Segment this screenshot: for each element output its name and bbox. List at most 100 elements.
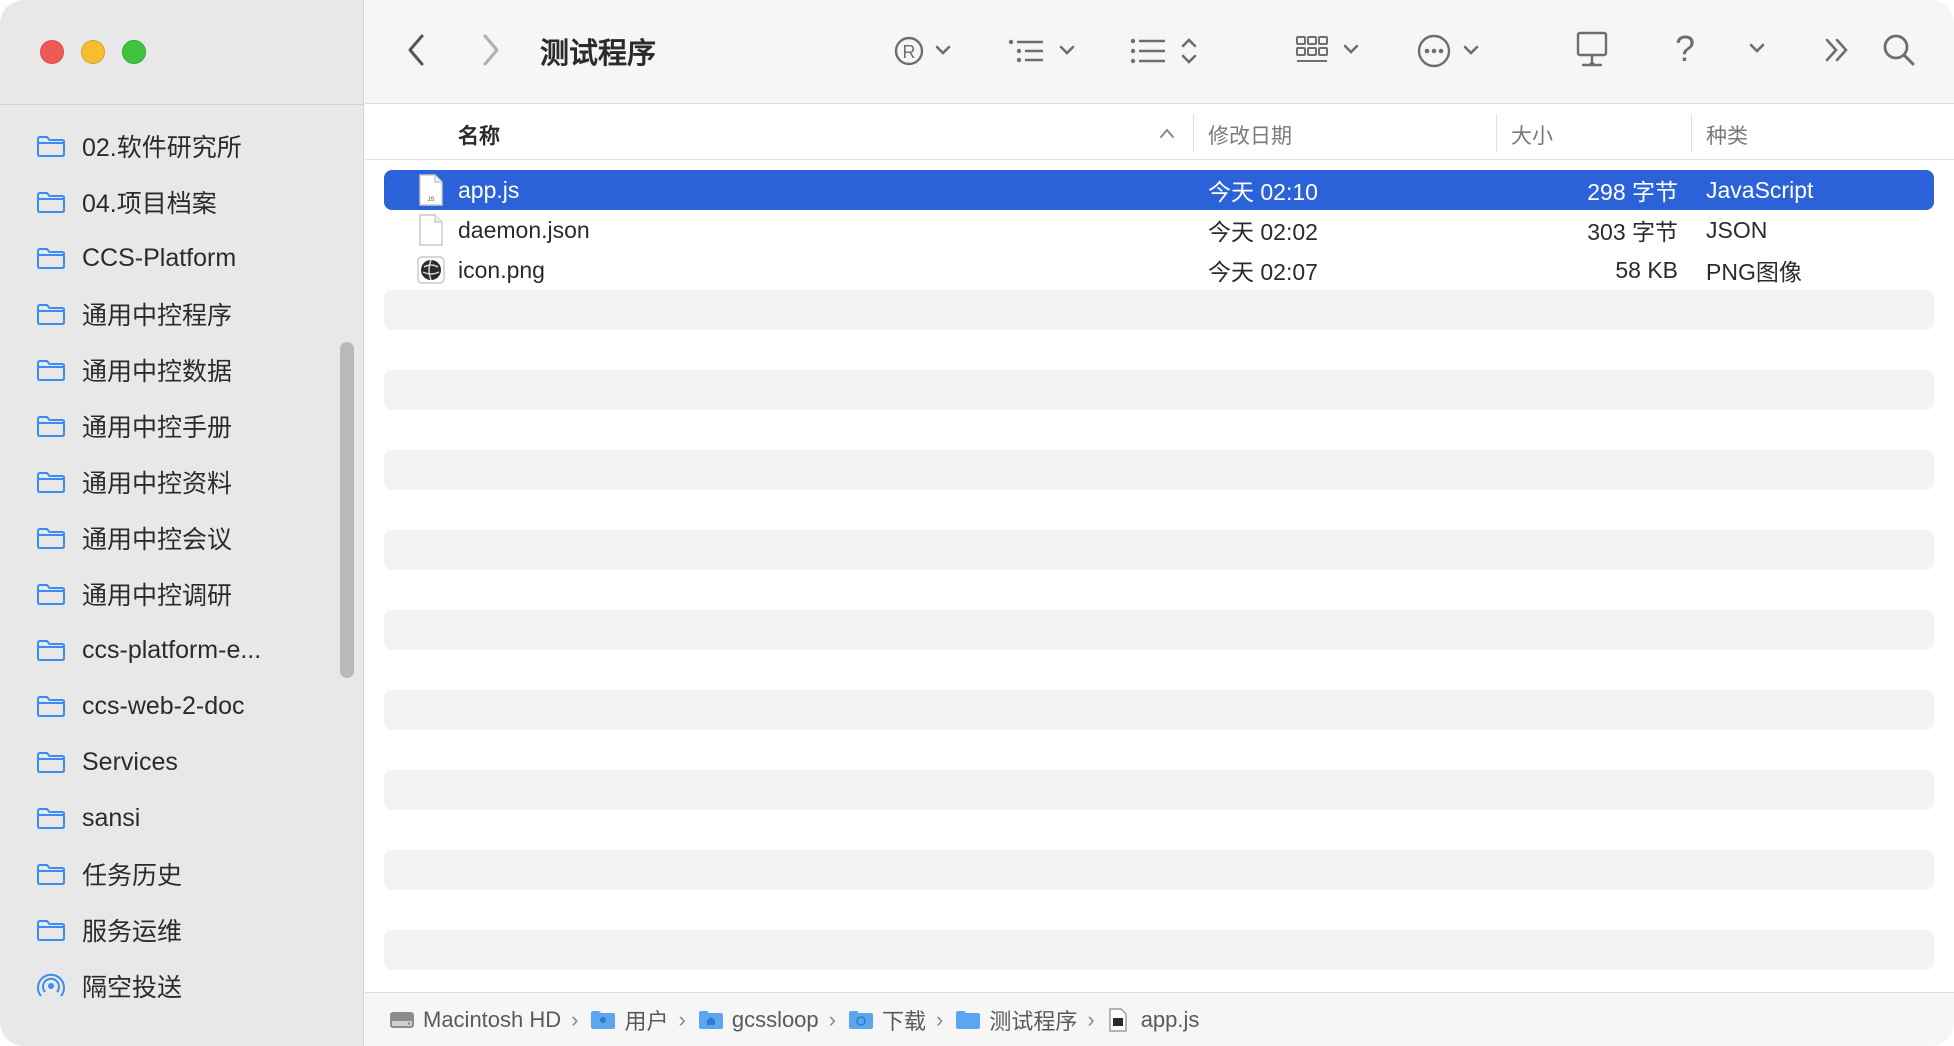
sidebar-item-research[interactable]: 通用中控调研 <box>0 566 340 622</box>
sidebar-item-label: 02.软件研究所 <box>82 134 242 162</box>
column-divider[interactable] <box>1496 114 1497 152</box>
folder-icon <box>36 134 66 158</box>
grid-icon <box>1296 36 1359 62</box>
folder-icon <box>36 638 66 662</box>
path-crumb-test-program[interactable]: 测试程序 › <box>955 1004 1106 1036</box>
sidebar-item-02[interactable]: 02.软件研究所 <box>0 118 340 174</box>
document-icon <box>416 213 450 247</box>
sidebar-scrollbar[interactable] <box>340 342 354 678</box>
sidebar-item-label: 通用中控资料 <box>82 470 233 498</box>
folder-icon <box>36 694 66 718</box>
sidebar-item-label: Services <box>82 747 178 776</box>
back-button[interactable] <box>405 32 429 68</box>
empty-row <box>384 930 1934 970</box>
zoom-window-button[interactable] <box>122 40 146 64</box>
folder-icon <box>36 414 66 438</box>
sidebar-item-airdrop[interactable]: 隔空投送 <box>0 958 340 1014</box>
chevron-right-icon <box>483 34 499 66</box>
empty-row <box>384 450 1934 490</box>
path-crumb-label: app.js <box>1140 1006 1200 1032</box>
sidebar-item-data[interactable]: 通用中控数据 <box>0 342 340 398</box>
sidebar-item-label: ccs-platform-e... <box>82 635 262 664</box>
sidebar: 02.软件研究所 04.项目档案 CCS-Platform 通用中控程序 通用中… <box>0 0 364 1046</box>
window-title: 测试程序 <box>540 38 657 70</box>
minimize-window-button[interactable] <box>81 40 105 64</box>
search-button[interactable] <box>1881 32 1917 68</box>
path-separator-icon: › <box>936 1006 944 1032</box>
sidebar-item-label: sansi <box>82 803 141 832</box>
sidebar-divider <box>0 104 364 105</box>
path-crumb-macintosh-hd[interactable]: Macintosh HD › <box>389 1007 590 1033</box>
path-crumb-label: gcssloop <box>731 1006 819 1032</box>
path-separator-icon: › <box>678 1006 686 1032</box>
sidebar-item-label: 通用中控手册 <box>82 414 233 442</box>
sidebar-item-label: 服务运维 <box>82 918 183 946</box>
sidebar-item-ccs-web-2-doc[interactable]: ccs-web-2-doc <box>0 678 340 734</box>
window-controls <box>40 40 146 64</box>
folder-icon <box>955 1008 981 1032</box>
file-size: 298 字节 <box>1587 179 1678 205</box>
path-crumb-users[interactable]: 用户 › <box>590 1004 697 1036</box>
empty-row <box>384 850 1934 890</box>
connect-server-button[interactable] <box>1575 30 1609 70</box>
sidebar-item-label: 通用中控数据 <box>82 358 233 386</box>
chevron-left-icon <box>408 34 424 66</box>
sidebar-item-services[interactable]: Services <box>0 734 340 790</box>
column-divider[interactable] <box>1691 114 1692 152</box>
column-name[interactable]: 名称 <box>458 120 500 150</box>
file-row-icon-png[interactable]: icon.png 今天 02:07 58 KB PNG图像 <box>384 250 1934 290</box>
home-folder-icon <box>698 1008 724 1032</box>
column-date[interactable]: 修改日期 <box>1208 120 1292 150</box>
group-button[interactable] <box>1005 34 1077 68</box>
empty-row <box>384 610 1934 650</box>
column-kind[interactable]: 种类 <box>1706 120 1748 150</box>
path-crumb-label: 下载 <box>882 1008 927 1034</box>
more-actions-button[interactable] <box>1415 32 1487 70</box>
file-date: 今天 02:02 <box>1208 219 1318 245</box>
sidebar-item-04[interactable]: 04.项目档案 <box>0 174 340 230</box>
empty-row <box>384 290 1934 330</box>
gallery-group-button[interactable] <box>1295 33 1367 69</box>
path-crumb-label: 用户 <box>624 1008 669 1034</box>
file-size: 303 字节 <box>1587 219 1678 245</box>
path-crumb-app-js[interactable]: app.js <box>1107 1006 1200 1033</box>
sidebar-item-sansi[interactable]: sansi <box>0 790 340 846</box>
forward-button[interactable] <box>478 32 502 68</box>
sidebar-item-meeting[interactable]: 通用中控会议 <box>0 510 340 566</box>
path-crumb-home[interactable]: gcssloop › <box>698 1007 848 1033</box>
sidebar-item-label: 通用中控会议 <box>82 526 233 554</box>
path-crumb-downloads[interactable]: 下载 › <box>848 1004 955 1036</box>
file-name: icon.png <box>458 256 545 283</box>
file-date: 今天 02:07 <box>1208 259 1318 285</box>
tags-button[interactable]: R <box>893 34 957 68</box>
downloads-folder-icon <box>848 1008 874 1032</box>
file-row-daemon-json[interactable]: daemon.json 今天 02:02 303 字节 JSON <box>384 210 1934 250</box>
file-kind: JavaScript <box>1706 176 1814 203</box>
close-window-button[interactable] <box>40 40 64 64</box>
sidebar-item-manual[interactable]: 通用中控手册 <box>0 398 340 454</box>
toolbar-menu-chevron[interactable] <box>1745 36 1769 60</box>
group-list-icon <box>1008 39 1075 63</box>
sort-ascending-icon[interactable] <box>1158 122 1176 146</box>
airdrop-icon <box>36 973 66 998</box>
file-row-app-js[interactable]: JS app.js 今天 02:10 298 字节 JavaScript <box>384 170 1934 210</box>
folder-icon <box>36 582 66 606</box>
path-crumb-label: 测试程序 <box>989 1008 1078 1034</box>
folder-icon <box>36 302 66 326</box>
empty-row <box>384 690 1934 730</box>
js-file-icon: JS <box>416 173 450 207</box>
file-name: daemon.json <box>458 216 590 243</box>
sidebar-item-ccs-platform[interactable]: CCS-Platform <box>0 230 340 286</box>
js-file-icon <box>1107 1007 1133 1032</box>
column-divider[interactable] <box>1193 114 1194 152</box>
sidebar-item-materials[interactable]: 通用中控资料 <box>0 454 340 510</box>
sidebar-item-program[interactable]: 通用中控程序 <box>0 286 340 342</box>
sidebar-item-ccs-platform-e[interactable]: ccs-platform-e... <box>0 622 340 678</box>
sidebar-item-task-history[interactable]: 任务历史 <box>0 846 340 902</box>
column-size[interactable]: 大小 <box>1511 120 1553 150</box>
help-button[interactable]: ? <box>1675 28 1695 70</box>
sidebar-item-ops[interactable]: 服务运维 <box>0 902 340 958</box>
toolbar-overflow-button[interactable] <box>1821 34 1853 66</box>
view-options-button[interactable] <box>1129 32 1205 70</box>
search-icon <box>1883 34 1915 66</box>
